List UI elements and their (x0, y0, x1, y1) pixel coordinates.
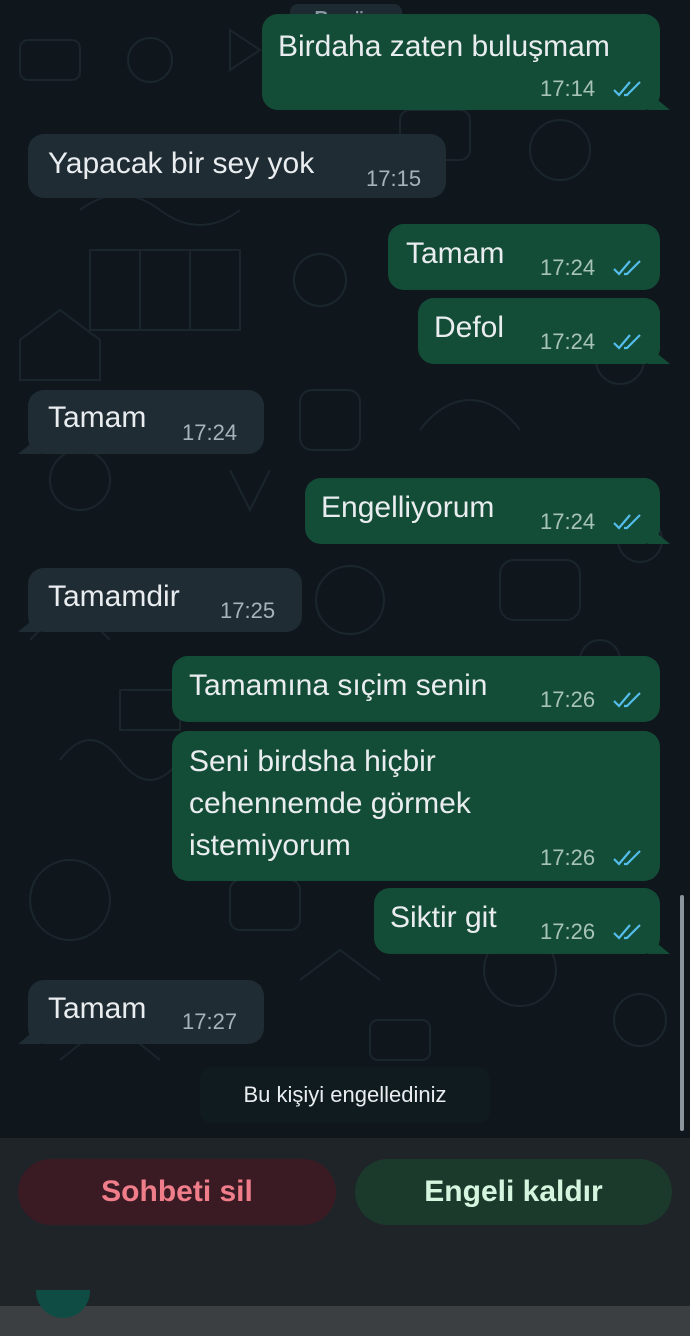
message-text: Birdaha zaten buluşmam (278, 30, 610, 63)
message-time: 17:15 (366, 166, 422, 191)
message-text: Defol (434, 311, 505, 344)
double-check-icon (613, 850, 641, 866)
double-check-icon (613, 81, 641, 97)
message-text: Tamam (48, 401, 147, 434)
double-check-icon (613, 260, 641, 276)
message-bubble-outgoing[interactable]: Engelliyorum 17:24 (305, 478, 670, 544)
bubble-tail (18, 436, 40, 454)
message-text: Tamam (48, 992, 147, 1025)
bubble-tail (648, 346, 670, 364)
message-time: 17:24 (182, 420, 238, 445)
delete-chat-button[interactable]: Sohbeti sil (18, 1159, 336, 1225)
double-check-icon (613, 334, 641, 350)
message-time: 17:26 (540, 687, 596, 712)
bubble-tail (648, 936, 670, 954)
footer-strip (0, 1306, 690, 1336)
message-bubble-incoming[interactable]: Tamam 17:27 (18, 980, 264, 1044)
bubble-tail (18, 1026, 40, 1044)
message-text: Engelliyorum (321, 491, 495, 524)
double-check-icon (613, 692, 641, 708)
unblock-button[interactable]: Engeli kaldır (355, 1159, 672, 1225)
message-bubble-outgoing[interactable]: Tamamına sıçim senin 17:26 (172, 656, 660, 722)
message-bubble-incoming[interactable]: Yapacak bir sey yok 17:15 (28, 134, 446, 198)
message-bubble-incoming[interactable]: Tamam 17:24 (18, 390, 264, 454)
message-line: cehennemde görmek (189, 787, 471, 820)
message-bubble-outgoing[interactable]: Seni birdsha hiçbir cehennemde görmek is… (172, 731, 660, 881)
message-time: 17:14 (540, 76, 596, 101)
message-time: 17:25 (220, 598, 276, 623)
message-time: 17:24 (540, 255, 596, 280)
message-time: 17:26 (540, 845, 596, 870)
message-time: 17:26 (540, 919, 596, 944)
bubble-tail (648, 92, 670, 110)
double-check-icon (613, 924, 641, 940)
message-line: Seni birdsha hiçbir (189, 745, 436, 778)
message-text: Siktir git (390, 901, 497, 934)
message-bubble-incoming[interactable]: Tamamdir 17:25 (18, 568, 302, 632)
message-text: Yapacak bir sey yok (48, 147, 315, 180)
message-bubble-outgoing[interactable]: Siktir git 17:26 (374, 888, 670, 954)
scrollbar[interactable] (680, 895, 684, 1131)
message-line: istemiyorum (189, 829, 351, 862)
message-time: 17:27 (182, 1009, 238, 1034)
message-text: Tamam (406, 237, 505, 270)
double-check-icon (613, 514, 641, 530)
chat-background: Bugün Birdaha zaten buluşmam 17:14 Yapac… (0, 0, 690, 1138)
bubble-tail (18, 614, 40, 632)
message-text: Tamamına sıçim senin (189, 669, 488, 702)
message-text: Tamamdir (48, 580, 180, 613)
message-text: Seni birdsha hiçbir cehennemde görmek is… (189, 741, 471, 867)
blocked-notice: Bu kişiyi engellediniz (200, 1067, 490, 1123)
message-bubble-outgoing[interactable]: Defol 17:24 (418, 298, 670, 364)
bubble-tail (648, 526, 670, 544)
message-time: 17:24 (540, 509, 596, 534)
message-time: 17:24 (540, 329, 596, 354)
message-bubble-outgoing[interactable]: Birdaha zaten buluşmam 17:14 (262, 14, 670, 110)
message-bubble-outgoing[interactable]: Tamam 17:24 (388, 224, 660, 290)
